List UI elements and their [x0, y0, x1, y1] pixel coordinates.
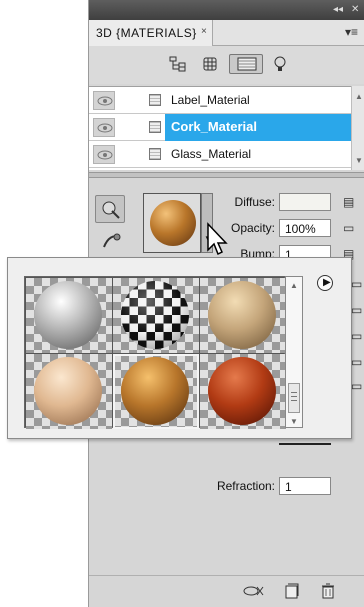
- materials-icon: [237, 57, 257, 74]
- material-icon: [149, 94, 161, 106]
- opacity-folder-icon[interactable]: ▭: [343, 221, 355, 235]
- scroll-down-icon[interactable]: ▼: [290, 417, 298, 426]
- scroll-thumb[interactable]: [288, 383, 300, 413]
- new-material-icon[interactable]: [285, 583, 299, 602]
- material-drop-tool-button[interactable]: [95, 227, 125, 255]
- diffuse-texture-menu-icon[interactable]: ▤: [343, 195, 355, 209]
- material-icon: [149, 121, 161, 133]
- drop-tool-icon: [101, 232, 121, 255]
- stone-sphere: [208, 281, 276, 349]
- scroll-up-icon[interactable]: ▲: [290, 281, 298, 290]
- list-item[interactable]: Cork_Material: [89, 114, 351, 141]
- material-picker-popup: ▲ ▼ ▶: [7, 257, 352, 439]
- select-tool-icon: [101, 200, 121, 223]
- refraction-field[interactable]: 1: [279, 477, 331, 495]
- preset-metal[interactable]: [26, 278, 112, 353]
- materials-filter-button[interactable]: [229, 54, 263, 74]
- scroll-down-icon[interactable]: ▼: [355, 156, 363, 165]
- collapse-icon[interactable]: ◂◂: [333, 4, 343, 15]
- slider-track[interactable]: [279, 443, 331, 445]
- panel-menu-icon[interactable]: ▾≡: [345, 25, 358, 39]
- material-select-tool-button[interactable]: [95, 195, 125, 223]
- checker-sphere: [121, 281, 189, 349]
- filter-toolbar: [89, 46, 364, 84]
- tab-title: 3D {MATERIALS}: [96, 26, 197, 40]
- material-list: Label_Material Cork_Material Glass_Mater…: [89, 86, 351, 170]
- mouse-cursor-icon: [206, 222, 228, 261]
- visibility-toggle[interactable]: [93, 91, 115, 110]
- cork-sphere: [121, 357, 189, 425]
- picker-menu-button[interactable]: ▶: [317, 275, 333, 291]
- panel-top-strip: ◂◂ ✕: [89, 0, 364, 20]
- material-name: Cork_Material: [171, 119, 257, 134]
- diffuse-label: Diffuse:: [234, 195, 275, 209]
- metal-sphere: [34, 281, 102, 349]
- preset-skin[interactable]: [26, 354, 112, 429]
- material-swatch[interactable]: [143, 193, 201, 253]
- scroll-up-icon[interactable]: ▲: [355, 92, 363, 101]
- render-selections-icon[interactable]: [243, 584, 265, 601]
- preset-stone[interactable]: [200, 278, 286, 353]
- panel-bottom-bar: [89, 575, 364, 607]
- close-icon[interactable]: ✕: [351, 4, 359, 15]
- property-folder-icon[interactable]: ▭: [351, 329, 363, 343]
- preset-checker[interactable]: [113, 278, 199, 353]
- preset-leather[interactable]: [200, 354, 286, 429]
- refraction-label: Refraction:: [216, 479, 275, 493]
- tab-3d-materials[interactable]: 3D {MATERIALS}: [89, 20, 213, 46]
- panel-tab-bar: 3D {MATERIALS} × ▾≡: [89, 20, 364, 46]
- lights-icon[interactable]: [271, 56, 289, 72]
- property-folder-icon[interactable]: ▭: [351, 277, 363, 291]
- property-folder-icon[interactable]: ▭: [351, 355, 363, 369]
- property-folder-icon[interactable]: ▭: [351, 303, 363, 317]
- panel-splitter[interactable]: [89, 172, 364, 178]
- material-icon: [149, 148, 161, 160]
- list-item[interactable]: Glass_Material: [89, 141, 351, 168]
- material-preset-grid: [24, 276, 286, 429]
- visibility-toggle[interactable]: [93, 145, 115, 164]
- property-folder-icon[interactable]: ▭: [351, 379, 363, 393]
- preset-cork[interactable]: [113, 354, 199, 429]
- diffuse-color-swatch[interactable]: [279, 193, 331, 211]
- list-scrollbar[interactable]: ▲ ▼: [351, 86, 364, 170]
- tab-close-icon[interactable]: ×: [201, 26, 207, 37]
- play-arrow-icon: ▶: [323, 277, 331, 288]
- leather-sphere: [208, 357, 276, 425]
- meshes-icon[interactable]: [201, 56, 219, 72]
- picker-scrollbar[interactable]: ▲ ▼: [285, 276, 303, 428]
- delete-icon[interactable]: [321, 583, 335, 602]
- whole-scene-icon[interactable]: [169, 56, 187, 72]
- opacity-field[interactable]: 100%: [279, 219, 331, 237]
- skin-sphere: [34, 357, 102, 425]
- list-item[interactable]: Label_Material: [89, 87, 351, 114]
- material-name: Glass_Material: [171, 147, 252, 161]
- visibility-toggle[interactable]: [93, 118, 115, 137]
- cork-preview-sphere: [150, 200, 196, 246]
- material-name: Label_Material: [171, 93, 250, 107]
